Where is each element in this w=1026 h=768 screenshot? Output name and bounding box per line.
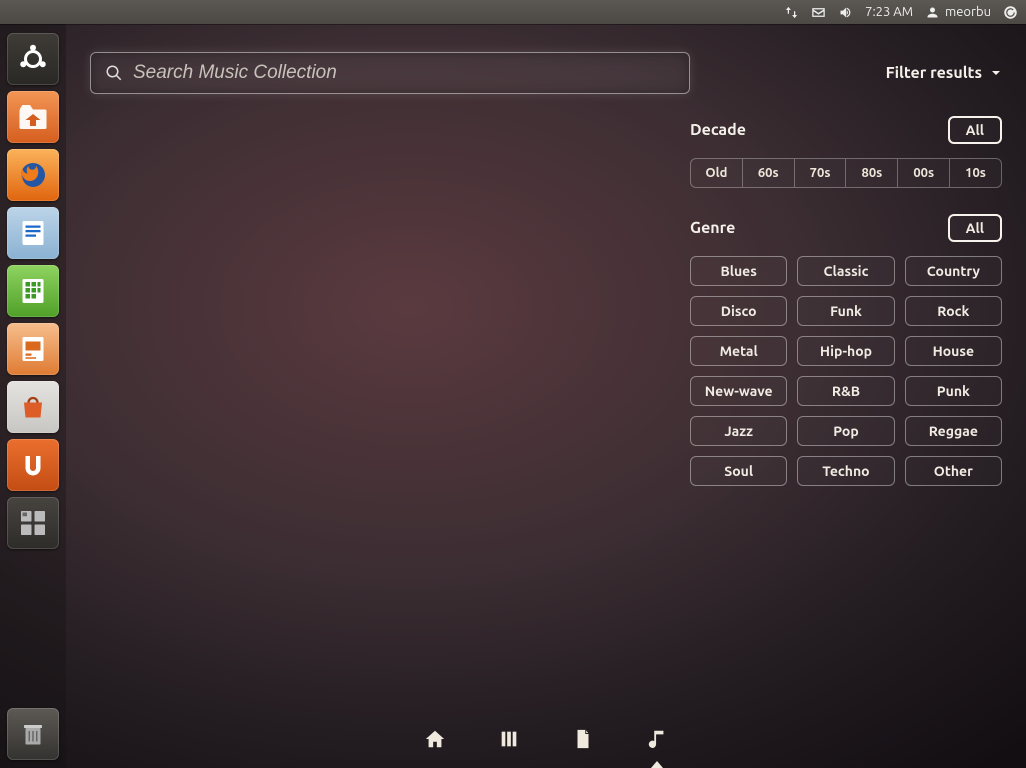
genre-option[interactable]: Reggae <box>905 416 1002 446</box>
decade-option[interactable]: Old <box>690 158 742 188</box>
dash-header: Filter results <box>90 52 1002 94</box>
launcher-writer[interactable] <box>7 207 59 259</box>
bag-icon <box>15 389 51 425</box>
filter-genre-options: Blues Classic Country Disco Funk Rock Me… <box>690 256 1002 486</box>
filter-decade-all[interactable]: All <box>948 116 1002 144</box>
home-icon <box>424 728 446 750</box>
decade-option[interactable]: 10s <box>949 158 1002 188</box>
decade-option[interactable]: 80s <box>845 158 897 188</box>
genre-option[interactable]: Soul <box>690 456 787 486</box>
genre-option[interactable]: Jazz <box>690 416 787 446</box>
lens-music[interactable] <box>644 728 670 764</box>
genre-option[interactable]: Classic <box>797 256 894 286</box>
firefox-icon <box>15 157 51 193</box>
launcher-trash[interactable] <box>7 708 59 760</box>
document-icon <box>572 728 594 750</box>
launcher-firefox[interactable] <box>7 149 59 201</box>
genre-option[interactable]: Country <box>905 256 1002 286</box>
user-menu-label: meorbu <box>945 5 991 19</box>
filter-group-decade: Decade All Old 60s 70s 80s 00s 10s <box>690 116 1002 188</box>
chevron-down-icon <box>990 67 1002 79</box>
filter-panel: Decade All Old 60s 70s 80s 00s 10s Genre… <box>690 116 1002 486</box>
launcher-workspace-switcher[interactable] <box>7 497 59 549</box>
lens-bar <box>66 718 1026 768</box>
decade-option[interactable]: 00s <box>897 158 949 188</box>
clock[interactable]: 7:23 AM <box>865 5 913 19</box>
genre-option[interactable]: R&B <box>797 376 894 406</box>
writer-icon <box>15 215 51 251</box>
dash: Filter results Decade All Old 60s 70s 80… <box>66 24 1026 768</box>
launcher-ubuntu-one[interactable] <box>7 439 59 491</box>
home-folder-icon <box>15 99 51 135</box>
network-indicator[interactable] <box>784 5 799 20</box>
lens-files[interactable] <box>570 728 596 764</box>
genre-option[interactable]: Funk <box>797 296 894 326</box>
messages-indicator[interactable] <box>811 5 826 20</box>
user-icon <box>925 5 940 20</box>
top-panel: 7:23 AM meorbu <box>0 0 1026 24</box>
user-menu[interactable]: meorbu <box>925 5 991 20</box>
genre-option[interactable]: House <box>905 336 1002 366</box>
ubuntu-one-icon <box>15 447 51 483</box>
filter-decade-options: Old 60s 70s 80s 00s 10s <box>690 158 1002 188</box>
genre-option[interactable]: Rock <box>905 296 1002 326</box>
ubuntu-icon <box>15 41 51 77</box>
decade-option[interactable]: 60s <box>742 158 794 188</box>
calc-icon <box>15 273 51 309</box>
genre-option[interactable]: Techno <box>797 456 894 486</box>
filter-results-label: Filter results <box>886 64 982 82</box>
envelope-icon <box>811 5 826 20</box>
filter-decade-title: Decade <box>690 121 746 139</box>
decade-option[interactable]: 70s <box>794 158 846 188</box>
launcher-dash[interactable] <box>7 33 59 85</box>
genre-option[interactable]: Other <box>905 456 1002 486</box>
sound-indicator[interactable] <box>838 5 853 20</box>
genre-option[interactable]: Pop <box>797 416 894 446</box>
filter-genre-all[interactable]: All <box>948 214 1002 242</box>
impress-icon <box>15 331 51 367</box>
workspaces-icon <box>15 505 51 541</box>
lens-applications[interactable] <box>496 728 522 764</box>
launcher-software-center[interactable] <box>7 381 59 433</box>
genre-option[interactable]: Disco <box>690 296 787 326</box>
genre-option[interactable]: Hip-hop <box>797 336 894 366</box>
genre-option[interactable]: Punk <box>905 376 1002 406</box>
power-cog-icon <box>1003 5 1018 20</box>
genre-option[interactable]: New-wave <box>690 376 787 406</box>
launcher-impress[interactable] <box>7 323 59 375</box>
genre-option[interactable]: Metal <box>690 336 787 366</box>
search-box[interactable] <box>90 52 690 94</box>
lens-home[interactable] <box>422 728 448 764</box>
network-icon <box>784 5 799 20</box>
music-icon <box>646 728 668 750</box>
genre-option[interactable]: Blues <box>690 256 787 286</box>
launcher-calc[interactable] <box>7 265 59 317</box>
search-icon <box>105 64 123 82</box>
filter-group-genre: Genre All Blues Classic Country Disco Fu… <box>690 214 1002 486</box>
trash-icon <box>15 716 51 752</box>
filter-genre-title: Genre <box>690 219 735 237</box>
session-indicator[interactable] <box>1003 5 1018 20</box>
launcher <box>0 24 66 768</box>
volume-icon <box>838 5 853 20</box>
applications-icon <box>498 728 520 750</box>
launcher-files[interactable] <box>7 91 59 143</box>
filter-results-toggle[interactable]: Filter results <box>886 64 1002 82</box>
search-input[interactable] <box>133 62 675 84</box>
